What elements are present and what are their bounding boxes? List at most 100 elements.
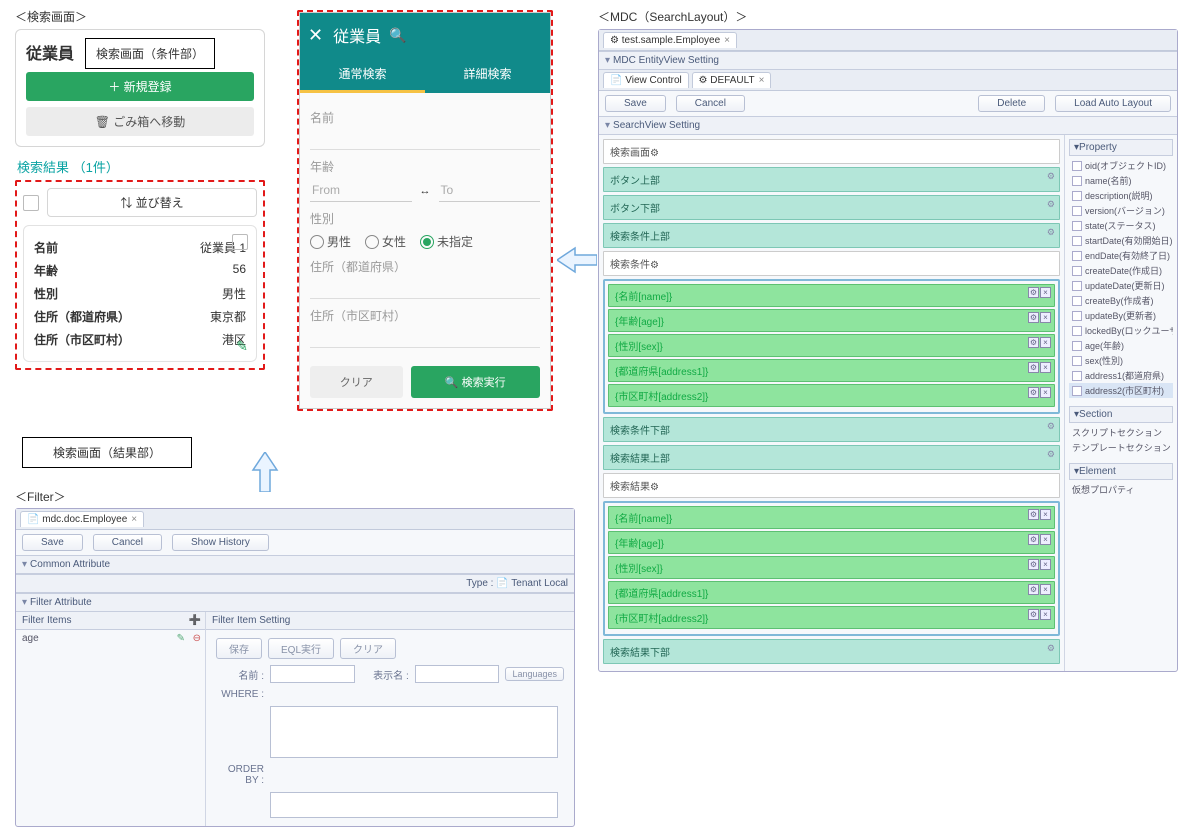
filter-item[interactable]: age✎⊖: [16, 630, 205, 647]
item-settings-icon[interactable]: ⚙: [1028, 287, 1039, 298]
property-item[interactable]: oid(オブジェクトID): [1069, 158, 1173, 173]
item-remove-icon[interactable]: ×: [1040, 509, 1051, 520]
item-settings-icon[interactable]: ⚙: [1028, 559, 1039, 570]
item-remove-icon[interactable]: ×: [1040, 609, 1051, 620]
close-icon[interactable]: ✕: [308, 25, 323, 46]
filter-clear-button[interactable]: クリア: [340, 638, 396, 659]
element-header[interactable]: ▾Element: [1069, 463, 1173, 480]
slab[interactable]: 検索結果下部⚙: [603, 639, 1060, 664]
sec-entityview[interactable]: ▾MDC EntityView Setting: [599, 51, 1177, 70]
tab-default[interactable]: ⚙ DEFAULT×: [692, 72, 772, 88]
sec-common[interactable]: ▾Common Attribute: [16, 555, 574, 574]
filter-eql-button[interactable]: EQL実行: [268, 638, 334, 659]
item-remove-icon[interactable]: ×: [1040, 559, 1051, 570]
age-to-input[interactable]: To: [439, 179, 541, 202]
save-button[interactable]: Save: [22, 534, 83, 551]
item-settings-icon[interactable]: ⚙: [1028, 609, 1039, 620]
item-settings-icon[interactable]: ⚙: [1028, 312, 1039, 323]
wlab-cond[interactable]: 検索条件⚙: [603, 251, 1060, 276]
item-settings-icon[interactable]: ⚙: [1028, 509, 1039, 520]
slab[interactable]: 検索結果上部⚙: [603, 445, 1060, 470]
cancel-button[interactable]: Cancel: [676, 95, 745, 112]
layout-item[interactable]: {年齢[age]}⚙×: [608, 531, 1055, 554]
dispname-input[interactable]: [415, 665, 500, 683]
property-item[interactable]: age(年齢): [1069, 338, 1173, 353]
slab[interactable]: 検索条件下部⚙: [603, 417, 1060, 442]
orderby-input[interactable]: [270, 792, 558, 818]
property-item[interactable]: startDate(有効開始日): [1069, 233, 1173, 248]
edit-icon[interactable]: ✎: [236, 338, 248, 355]
property-item[interactable]: updateDate(更新日): [1069, 278, 1173, 293]
tab-close-icon[interactable]: ×: [131, 514, 137, 525]
property-item[interactable]: description(説明): [1069, 188, 1173, 203]
wlab-res[interactable]: 検索結果⚙: [603, 473, 1060, 498]
item-remove-icon[interactable]: ×: [1040, 534, 1051, 545]
section-item[interactable]: スクリプトセクション: [1069, 425, 1173, 440]
item-settings-icon[interactable]: ⚙: [1028, 534, 1039, 545]
layout-item[interactable]: {性別[sex]}⚙×: [608, 334, 1055, 357]
age-from-input[interactable]: From: [310, 179, 412, 202]
property-item[interactable]: sex(性別): [1069, 353, 1173, 368]
add-filter-icon[interactable]: ➕: [189, 615, 201, 626]
item-remove-icon[interactable]: ×: [1040, 287, 1051, 298]
filter-tab[interactable]: 📄 mdc.doc.Employee×: [20, 511, 144, 527]
cancel-button[interactable]: Cancel: [93, 534, 162, 551]
tab-close-icon[interactable]: ×: [724, 35, 730, 46]
clear-button[interactable]: クリア: [310, 366, 403, 398]
field-name-input[interactable]: [310, 128, 540, 150]
layout-item[interactable]: {都道府県[address1]}⚙×: [608, 359, 1055, 382]
layout-item[interactable]: {年齢[age]}⚙×: [608, 309, 1055, 332]
load-layout-button[interactable]: Load Auto Layout: [1055, 95, 1171, 112]
sec-searchview[interactable]: ▾SearchView Setting: [599, 116, 1177, 135]
select-all-checkbox[interactable]: [23, 195, 39, 211]
filter-save-button[interactable]: 保存: [216, 638, 262, 659]
layout-item[interactable]: {名前[name]}⚙×: [608, 284, 1055, 307]
property-header[interactable]: ▾Property: [1069, 139, 1173, 156]
tab-normal[interactable]: 通常検索: [300, 57, 425, 93]
property-item[interactable]: state(ステータス): [1069, 218, 1173, 233]
layout-item[interactable]: {市区町村[address2]}⚙×: [608, 384, 1055, 407]
section-header[interactable]: ▾Section: [1069, 406, 1173, 423]
item-remove-icon[interactable]: ×: [1040, 312, 1051, 323]
property-item[interactable]: lockedBy(ロックユーザ): [1069, 323, 1173, 338]
layout-item[interactable]: {性別[sex]}⚙×: [608, 556, 1055, 579]
save-button[interactable]: Save: [605, 95, 666, 112]
property-item[interactable]: address2(市区町村): [1069, 383, 1173, 398]
search-icon[interactable]: 🔍: [389, 27, 406, 44]
property-item[interactable]: createBy(作成者): [1069, 293, 1173, 308]
new-button[interactable]: ＋ 新規登録: [26, 72, 254, 101]
slab[interactable]: ボタン下部⚙: [603, 195, 1060, 220]
item-remove-icon[interactable]: ×: [1040, 337, 1051, 348]
trash-button[interactable]: 🗑 ごみ箱へ移動: [26, 107, 254, 136]
where-input[interactable]: [270, 706, 558, 758]
element-item[interactable]: 仮想プロパティ: [1069, 482, 1173, 497]
property-item[interactable]: updateBy(更新者): [1069, 308, 1173, 323]
radio-female[interactable]: [365, 235, 379, 249]
tab-viewcontrol[interactable]: 📄 View Control: [603, 72, 689, 88]
slab[interactable]: 検索画面⚙: [603, 139, 1060, 164]
layout-item[interactable]: {名前[name]}⚙×: [608, 506, 1055, 529]
delete-button[interactable]: Delete: [978, 95, 1045, 112]
field-addr2-input[interactable]: [310, 326, 540, 348]
tab-close-icon[interactable]: ×: [759, 75, 765, 86]
item-remove-icon[interactable]: ×: [1040, 584, 1051, 595]
edit-icon[interactable]: ✎: [177, 633, 185, 644]
name-input[interactable]: [270, 665, 355, 683]
slab[interactable]: ボタン上部⚙: [603, 167, 1060, 192]
item-settings-icon[interactable]: ⚙: [1028, 584, 1039, 595]
section-item[interactable]: テンプレートセクション: [1069, 440, 1173, 455]
item-settings-icon[interactable]: ⚙: [1028, 362, 1039, 373]
sec-filter[interactable]: ▾Filter Attribute: [16, 593, 574, 612]
item-remove-icon[interactable]: ×: [1040, 362, 1051, 373]
search-button[interactable]: 🔍 検索実行: [411, 366, 541, 398]
layout-item[interactable]: {都道府県[address1]}⚙×: [608, 581, 1055, 604]
languages-button[interactable]: Languages: [505, 667, 564, 681]
item-checkbox[interactable]: [232, 234, 248, 250]
tab-detail[interactable]: 詳細検索: [425, 57, 550, 93]
radio-male[interactable]: [310, 235, 324, 249]
property-item[interactable]: endDate(有効終了日): [1069, 248, 1173, 263]
layout-item[interactable]: {市区町村[address2]}⚙×: [608, 606, 1055, 629]
property-item[interactable]: createDate(作成日): [1069, 263, 1173, 278]
field-addr1-input[interactable]: [310, 277, 540, 299]
radio-unspecified[interactable]: [420, 235, 434, 249]
